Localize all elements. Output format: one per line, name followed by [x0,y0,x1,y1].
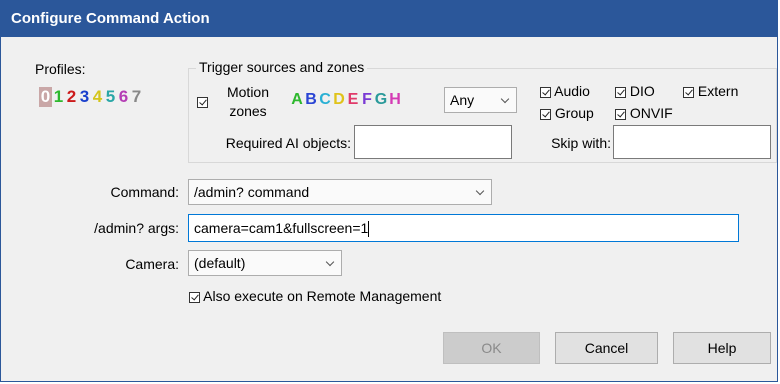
zone-e[interactable]: E [346,91,360,109]
command-label: Command: [110,184,179,200]
skip-with-label: Skip with: [551,135,611,151]
ok-button[interactable]: OK [443,332,540,364]
skip-with-input[interactable] [613,125,771,159]
dio-option[interactable]: DIO [615,83,655,99]
extern-checkbox[interactable] [683,86,694,98]
audio-checkbox[interactable] [540,86,551,98]
motion-label-line2: zones [229,103,267,119]
camera-value: (default) [194,255,246,271]
args-value: camera=cam1&fullscreen=1 [194,220,369,236]
extern-label: Extern [697,83,739,99]
motion-label-line1: Motion [226,84,270,100]
remote-management-label: Also execute on Remote Management [203,288,442,304]
profile-4[interactable]: 4 [91,87,104,107]
command-select[interactable]: /admin? command [188,179,492,205]
motion-zones-label: Motion zones [223,83,273,121]
zone-g[interactable]: G [374,91,388,109]
profile-7[interactable]: 7 [130,87,143,107]
remote-management-option[interactable]: Also execute on Remote Management [189,288,441,304]
trigger-group-title: Trigger sources and zones [196,59,368,75]
group-label: Group [554,105,594,121]
help-button[interactable]: Help [673,332,771,364]
extern-option[interactable]: Extern [683,83,738,99]
profiles-selector: 01234567 [39,87,143,107]
onvif-checkbox[interactable] [615,108,626,120]
profile-5[interactable]: 5 [104,87,117,107]
dio-checkbox[interactable] [615,86,626,98]
motion-zones-checkbox[interactable] [197,96,208,108]
profile-6[interactable]: 6 [117,87,130,107]
cancel-button[interactable]: Cancel [555,332,658,364]
text-caret [368,221,370,238]
profile-1[interactable]: 1 [52,87,65,107]
ai-objects-input[interactable] [354,125,512,159]
zone-a[interactable]: A [290,91,304,109]
zone-b[interactable]: B [304,91,318,109]
dialog-title: Configure Command Action [1,1,777,37]
profile-2[interactable]: 2 [65,87,78,107]
args-input[interactable]: camera=cam1&fullscreen=1 [188,214,739,242]
audio-label: Audio [554,83,590,99]
zone-c[interactable]: C [318,91,332,109]
zone-mode-select[interactable]: Any [444,87,517,113]
profiles-label: Profiles: [35,61,86,77]
zone-mode-value: Any [450,92,475,108]
zones-selector: ABCDEFGH [290,91,402,109]
chevron-down-icon [500,88,510,112]
zone-d[interactable]: D [332,91,346,109]
profile-3[interactable]: 3 [78,87,91,107]
group-option[interactable]: Group [540,105,594,121]
onvif-label: ONVIF [629,105,673,121]
zone-h[interactable]: H [388,91,402,109]
onvif-option[interactable]: ONVIF [615,105,673,121]
audio-option[interactable]: Audio [540,83,590,99]
ai-objects-label: Required AI objects: [225,135,351,151]
chevron-down-icon [325,251,335,275]
group-checkbox[interactable] [540,108,551,120]
args-label: /admin? args: [94,220,179,236]
profile-0[interactable]: 0 [39,87,52,107]
dio-label: DIO [629,83,655,99]
remote-management-checkbox[interactable] [189,291,200,303]
chevron-down-icon [475,180,485,204]
command-value: /admin? command [194,184,310,200]
camera-label: Camera: [125,256,179,272]
zone-f[interactable]: F [360,91,374,109]
configure-command-dialog: Configure Command Action Profiles: 01234… [0,0,778,382]
camera-select[interactable]: (default) [188,250,342,276]
